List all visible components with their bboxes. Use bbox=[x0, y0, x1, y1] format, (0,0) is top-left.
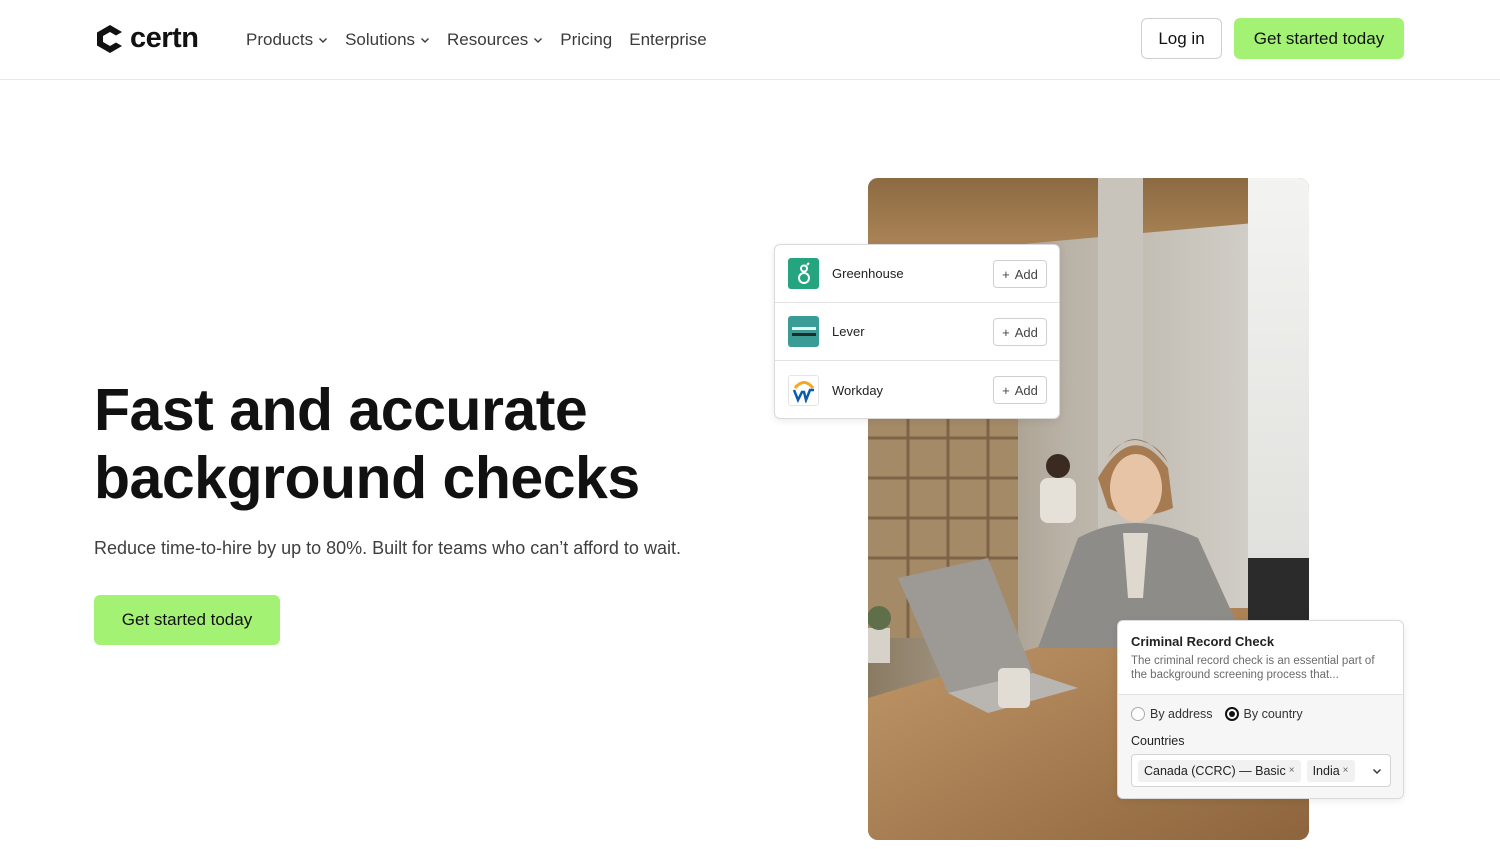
hero-get-started-button[interactable]: Get started today bbox=[94, 595, 280, 645]
nav-item-solutions[interactable]: Solutions bbox=[345, 30, 430, 50]
certn-logo-mark-icon bbox=[97, 24, 122, 53]
add-greenhouse-button[interactable]: + Add bbox=[993, 260, 1047, 288]
crc-options: By address By country Countries Canada (… bbox=[1118, 695, 1403, 798]
chevron-down-icon[interactable] bbox=[1372, 766, 1382, 776]
remove-tag-icon[interactable]: × bbox=[1289, 765, 1295, 776]
integration-row-workday: Workday + Add bbox=[775, 361, 1059, 419]
workday-logo-icon bbox=[788, 374, 819, 406]
integration-name: Lever bbox=[832, 324, 865, 339]
add-workday-button[interactable]: + Add bbox=[993, 376, 1047, 404]
plus-icon: + bbox=[1002, 324, 1010, 340]
crc-description: The criminal record check is an essentia… bbox=[1131, 655, 1375, 681]
criminal-record-check-card: Criminal Record Check The criminal recor… bbox=[1117, 620, 1404, 799]
integration-name: Workday bbox=[832, 382, 884, 398]
nav-item-label: Products bbox=[246, 30, 314, 49]
add-lever-button[interactable]: + Add bbox=[993, 318, 1047, 346]
integration-row-greenhouse: Greenhouse + Add bbox=[775, 245, 1059, 303]
radio-unchecked-icon bbox=[1131, 707, 1145, 721]
nav-item-enterprise[interactable]: Enterprise bbox=[629, 30, 706, 50]
main-menu: Products Solutions Resources Pricing Ent… bbox=[246, 0, 707, 80]
integrations-card: Greenhouse + Add Lever + Add Workday + A… bbox=[774, 244, 1060, 419]
greenhouse-logo-icon bbox=[788, 258, 819, 289]
countries-label: Countries bbox=[1131, 734, 1185, 748]
chevron-down-icon bbox=[421, 38, 430, 43]
nav-item-label: Solutions bbox=[345, 30, 416, 49]
logo-wordmark: certn bbox=[130, 22, 199, 54]
plus-icon: + bbox=[1002, 382, 1010, 398]
radio-by-address[interactable]: By address bbox=[1131, 707, 1213, 721]
crc-header: Criminal Record Check The criminal recor… bbox=[1118, 621, 1403, 695]
chevron-down-icon bbox=[319, 38, 328, 43]
top-nav: certn Products Solutions Resources Prici… bbox=[0, 0, 1500, 80]
country-tag-label: India bbox=[1312, 763, 1340, 778]
login-button[interactable]: Log in bbox=[1141, 18, 1222, 59]
country-tag-label: Canada (CCRC) — Basic bbox=[1144, 763, 1286, 778]
hero-subhead: Reduce time-to-hire by up to 80%. Built … bbox=[94, 538, 681, 558]
radio-label: By address bbox=[1150, 707, 1213, 721]
nav-item-label: Enterprise bbox=[629, 30, 707, 49]
nav-item-label: Pricing bbox=[560, 30, 613, 49]
certn-logo[interactable]: certn bbox=[94, 22, 199, 55]
nav-item-products[interactable]: Products bbox=[246, 30, 328, 50]
add-label: Add bbox=[1014, 266, 1038, 282]
integration-name: Greenhouse bbox=[832, 266, 904, 281]
plus-icon: + bbox=[1002, 266, 1010, 282]
country-tag: Canada (CCRC) — Basic × bbox=[1138, 759, 1301, 782]
add-label: Add bbox=[1014, 382, 1038, 398]
nav-get-started-button[interactable]: Get started today bbox=[1234, 18, 1404, 59]
add-label: Add bbox=[1014, 324, 1038, 340]
chevron-down-icon bbox=[534, 38, 543, 43]
country-tag: India × bbox=[1306, 759, 1355, 782]
nav-item-label: Resources bbox=[447, 30, 529, 49]
hero-headline: Fast and accurate background checks bbox=[94, 376, 734, 512]
remove-tag-icon[interactable]: × bbox=[1343, 765, 1349, 776]
crc-title: Criminal Record Check bbox=[1131, 634, 1275, 649]
integration-row-lever: Lever + Add bbox=[775, 303, 1059, 361]
lever-logo-icon bbox=[788, 316, 819, 347]
countries-select[interactable]: Canada (CCRC) — Basic × India × bbox=[1131, 754, 1391, 787]
radio-by-country[interactable]: By country bbox=[1224, 707, 1303, 721]
hero-headline-line: background checks bbox=[94, 445, 640, 511]
search-type-radio-group: By address By country bbox=[1131, 707, 1390, 721]
nav-item-resources[interactable]: Resources bbox=[447, 30, 543, 50]
hero-headline-line: Fast and accurate bbox=[94, 377, 588, 443]
radio-label: By country bbox=[1243, 707, 1303, 721]
radio-checked-icon bbox=[1224, 707, 1239, 721]
nav-item-pricing[interactable]: Pricing bbox=[560, 30, 612, 50]
